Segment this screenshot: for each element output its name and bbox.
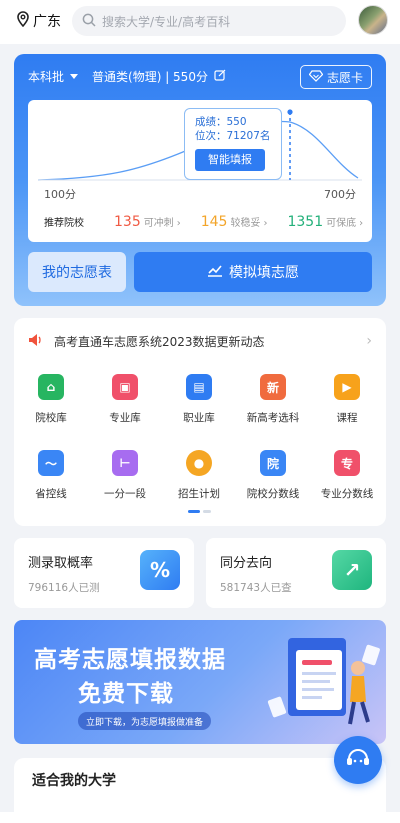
major-score-icon: 专: [334, 450, 360, 476]
grid-item-label: 招生计划: [178, 488, 220, 500]
score-card: 本科批 普通类(物理) | 550分 志愿卡 成绩：550 位次：71207名 …: [14, 54, 386, 306]
grid-item-courses[interactable]: ▶ 课程: [312, 374, 382, 425]
grid-item-label: 职业库: [183, 412, 215, 424]
briefcase-icon: ▤: [186, 374, 212, 400]
chevron-right-icon: ›: [176, 218, 181, 229]
batch-label: 本科批: [28, 70, 65, 84]
chong-label: 可冲刺: [143, 218, 174, 229]
play-icon: ▶: [334, 374, 360, 400]
grid-item-school-library[interactable]: ⌂ 院校库: [16, 374, 86, 425]
suitable-universities-title: 适合我的大学: [32, 773, 116, 789]
grid-item-label: 院校库: [35, 412, 67, 424]
grid-item-label: 课程: [336, 412, 358, 424]
top-bar: 广东 搜索大学/专业/高考百科: [0, 0, 400, 44]
grid-item-label: 院校分数线: [246, 488, 300, 500]
recommend-label: 推荐院校: [44, 218, 84, 229]
grid-item-provincial-line[interactable]: 〜 省控线: [16, 450, 86, 501]
axis-min-label: 100分: [44, 188, 76, 201]
tooltip-score: 成绩：550: [195, 116, 247, 128]
bottom-tab-bar: [0, 812, 400, 823]
wen-count: 145: [200, 214, 228, 230]
bao-group[interactable]: 1351 可保底 ›: [287, 214, 363, 230]
grid-item-label: 专业分数线: [320, 488, 374, 500]
search-icon: [82, 12, 96, 31]
line-chart-icon: 〜: [38, 450, 64, 476]
avatar[interactable]: [358, 5, 388, 35]
chong-count: 135: [114, 214, 141, 230]
banner-title-line2: 免费下载: [78, 681, 174, 707]
profile-label: 普通类(物理) | 550分: [92, 70, 208, 84]
recommend-row: 推荐院校 135 可冲刺 › 145 较稳妥 › 1351 可保底 ›: [44, 214, 364, 230]
same-score-count: 581743人已查: [220, 582, 292, 594]
bao-count: 1351: [287, 214, 324, 230]
score-distribution-panel: 成绩：550 位次：71207名 智能填报 100分 700分 推荐院校 135…: [28, 100, 372, 242]
admission-probability-title: 测录取概率: [28, 556, 94, 571]
banner-title-line1: 高考志愿填报数据: [34, 647, 226, 673]
diamond-icon: [308, 69, 324, 85]
same-score-destination-card[interactable]: 同分去向 581743人已查 ↗: [206, 538, 386, 608]
school-icon: ⌂: [38, 374, 64, 400]
percent-icon: %: [140, 550, 180, 590]
same-score-title: 同分去向: [220, 556, 273, 571]
new-gaokao-icon: 新: [260, 374, 286, 400]
chevron-right-icon: ›: [359, 218, 364, 229]
chevron-down-icon: [70, 74, 79, 79]
location-selector[interactable]: 广东: [16, 11, 61, 31]
admission-probability-card[interactable]: 测录取概率 796116人已测 %: [14, 538, 194, 608]
banner-caption: 立即下载，为志愿填报做准备: [78, 712, 212, 730]
notice-bar[interactable]: 高考直通车志愿系统2023数据更新动态 ›: [28, 330, 372, 352]
grid-item-label: 专业库: [109, 412, 141, 424]
wen-label: 较稳妥: [230, 218, 261, 229]
search-input[interactable]: 搜索大学/专业/高考百科: [72, 6, 346, 36]
grid-item-school-score[interactable]: 院 院校分数线: [238, 450, 308, 501]
simulate-fill-label: 模拟填志愿: [229, 265, 299, 281]
volunteer-card-button[interactable]: 志愿卡: [299, 65, 372, 89]
grid-item-label: 一分一段: [104, 488, 146, 500]
grid-item-major-score[interactable]: 专 专业分数线: [312, 450, 382, 501]
chevron-right-icon: ›: [263, 218, 268, 229]
speaker-icon: [28, 333, 44, 350]
download-banner[interactable]: 高考志愿填报数据 免费下载 立即下载，为志愿填报做准备: [14, 620, 386, 744]
function-card: 高考直通车志愿系统2023数据更新动态 › ⌂ 院校库 ▣ 专业库 ▤ 职业库 …: [14, 318, 386, 526]
grid-item-new-gaokao[interactable]: 新 新高考选科: [238, 374, 308, 425]
my-volunteer-table-button[interactable]: 我的志愿表: [28, 252, 126, 292]
notice-text: 高考直通车志愿系统2023数据更新动态: [54, 334, 265, 349]
score-card-header[interactable]: 本科批 普通类(物理) | 550分: [28, 68, 226, 85]
simulate-fill-button[interactable]: 模拟填志愿: [134, 252, 372, 292]
page-indicator: [188, 510, 211, 513]
tooltip-rank: 位次：71207名: [195, 130, 271, 142]
grid-item-label: 新高考选科: [246, 412, 300, 424]
grid-item-major-library[interactable]: ▣ 专业库: [90, 374, 160, 425]
segment-icon: ⊢: [112, 450, 138, 476]
smart-fill-button[interactable]: 智能填报: [195, 149, 265, 171]
plan-icon: ●: [186, 450, 212, 476]
major-icon: ▣: [112, 374, 138, 400]
chong-group[interactable]: 135 可冲刺 ›: [114, 214, 181, 230]
grid-item-score-segment[interactable]: ⊢ 一分一段: [90, 450, 160, 501]
grid-item-career-library[interactable]: ▤ 职业库: [164, 374, 234, 425]
page-dot-active: [188, 510, 200, 513]
volunteer-card-label: 志愿卡: [326, 70, 363, 85]
grid-item-enrollment-plan[interactable]: ● 招生计划: [164, 450, 234, 501]
arrow-up-right-icon: ↗: [332, 550, 372, 590]
wen-group[interactable]: 145 较稳妥 ›: [201, 214, 268, 230]
search-placeholder: 搜索大学/专业/高考百科: [102, 14, 231, 29]
score-marker-dot: [287, 109, 293, 115]
banner-illustration: [267, 638, 380, 725]
chevron-right-icon: ›: [366, 333, 372, 349]
edit-icon[interactable]: [214, 69, 226, 84]
headset-icon: [345, 746, 371, 774]
location-pin-icon: [16, 11, 30, 31]
customer-service-button[interactable]: [334, 736, 382, 784]
bao-label: 可保底: [326, 218, 357, 229]
axis-max-label: 700分: [324, 188, 356, 201]
school-score-icon: 院: [260, 450, 286, 476]
score-tooltip: 成绩：550 位次：71207名 智能填报: [184, 108, 282, 180]
bar-chart-icon: [207, 263, 223, 281]
page-dot: [203, 510, 211, 513]
grid-item-label: 省控线: [35, 488, 67, 500]
location-label: 广东: [33, 14, 61, 30]
admission-probability-count: 796116人已测: [28, 582, 100, 594]
